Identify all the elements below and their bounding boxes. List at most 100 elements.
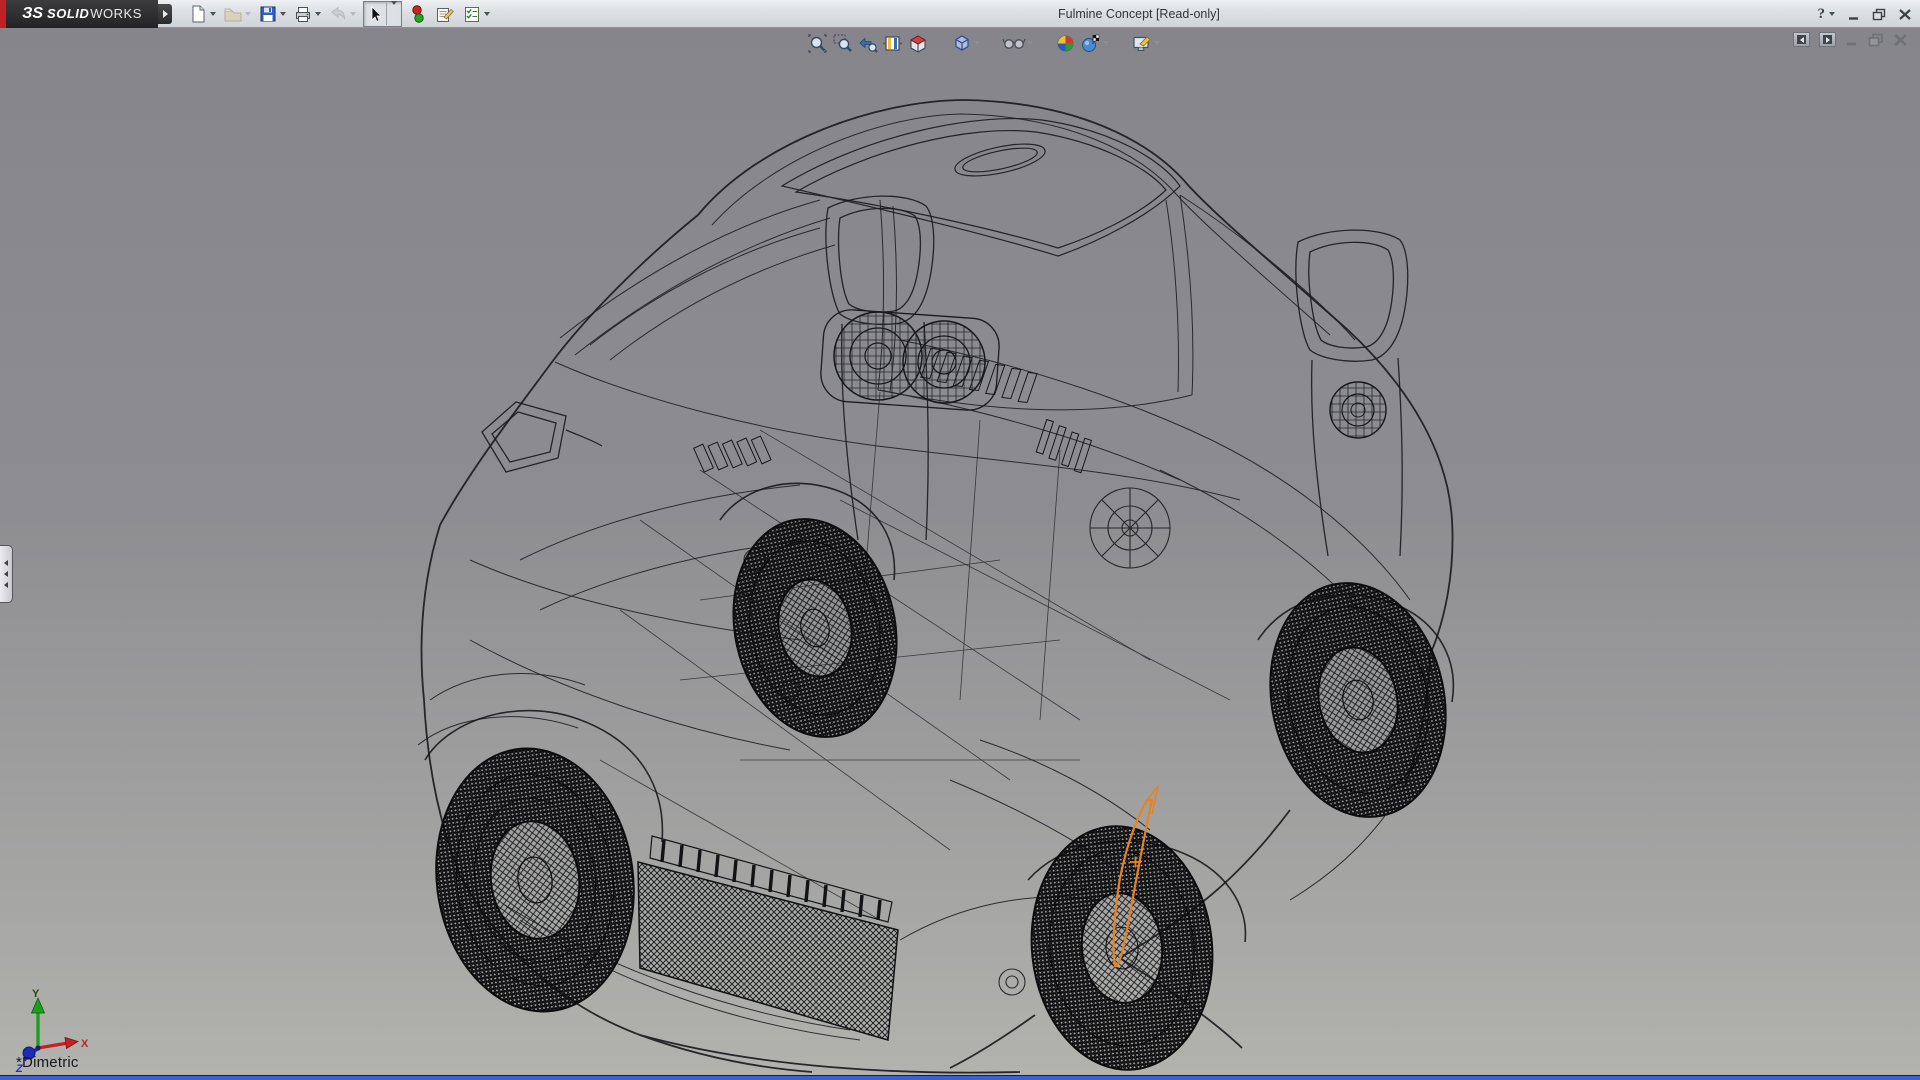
zoom-to-fit-button[interactable] <box>806 32 829 55</box>
hide-show-dropdown-icon[interactable] <box>1027 41 1033 45</box>
view-orientation-icon <box>951 32 973 54</box>
window-title: Fulmine Concept [Read-only] <box>1058 0 1220 28</box>
save-icon <box>258 4 278 24</box>
undo-button[interactable] <box>326 3 358 25</box>
new-document-icon <box>188 4 208 24</box>
app-window-controls: ? <box>1818 0 1913 28</box>
menu-expand-button[interactable] <box>158 4 172 24</box>
rebuild-button[interactable] <box>407 3 429 25</box>
apply-scene-dropdown-icon[interactable] <box>1103 41 1109 45</box>
help-icon: ? <box>1818 6 1826 23</box>
apply-scene-icon <box>1080 33 1102 54</box>
file-properties-button[interactable] <box>432 3 457 25</box>
section-view-stripes-button[interactable] <box>881 32 904 55</box>
edit-appearance-button[interactable] <box>1054 32 1077 55</box>
graphics-viewport[interactable]: Y X Z *Dimetric <box>0 28 1920 1075</box>
view-settings-dropdown-icon[interactable] <box>1154 41 1160 45</box>
x-axis-arrow <box>65 1038 78 1049</box>
side-mirror <box>482 402 602 472</box>
solidworks-logo-bold: SOLID <box>47 6 89 21</box>
file-properties-icon <box>434 4 455 24</box>
front-grille <box>638 836 898 1040</box>
zoom-to-area-icon <box>832 33 853 54</box>
wheel-rear-right <box>1249 567 1466 834</box>
open-document-dropdown-icon <box>245 12 251 16</box>
eyeglasses-icon <box>1002 33 1026 53</box>
view-orientation-dropdown-icon[interactable] <box>974 41 980 45</box>
select-dropdown-icon <box>391 1 397 22</box>
open-document-icon <box>223 4 243 24</box>
close-icon <box>1898 8 1912 21</box>
solidworks-logo-light: WORKS <box>90 6 142 21</box>
view-orientation-button[interactable] <box>950 31 981 55</box>
doc-minimize-icon <box>1845 33 1859 47</box>
collapse-arrow-icon <box>4 582 8 588</box>
print-dropdown-icon[interactable] <box>315 12 321 16</box>
options-dropdown-icon[interactable] <box>484 12 490 16</box>
options-button[interactable] <box>460 3 492 25</box>
heads-up-view-toolbar <box>806 31 1163 55</box>
previous-view-icon <box>857 33 878 54</box>
print-icon <box>293 4 313 24</box>
undo-dropdown-icon <box>350 12 356 16</box>
menu-expand-icon <box>163 10 168 18</box>
wireframe-car-model[interactable] <box>0 28 1920 1075</box>
view-orientation-label: *Dimetric <box>16 1054 79 1071</box>
section-view-cube-button[interactable] <box>906 32 930 55</box>
solidworks-window: ЗS SOLID WORKS <box>0 0 1920 1080</box>
wheel-rear-left <box>714 504 916 752</box>
wheel-front-right <box>1020 817 1225 1075</box>
open-document-button[interactable] <box>221 3 253 25</box>
save-dropdown-icon[interactable] <box>280 12 286 16</box>
collapse-arrow-icon <box>4 571 8 577</box>
section-view-stripes-icon <box>882 33 903 54</box>
minimize-icon <box>1847 8 1860 21</box>
doc-restore-button[interactable] <box>1868 33 1884 47</box>
collapse-left-panel-icon <box>1797 35 1806 44</box>
appearance-ball-icon <box>1055 33 1076 54</box>
help-dropdown-icon[interactable] <box>1829 12 1835 16</box>
solidworks-logo-glyph: ЗS <box>22 5 43 23</box>
hide-show-items-button[interactable] <box>1001 32 1034 54</box>
x-axis-label: X <box>81 1038 89 1050</box>
select-tool-button[interactable] <box>363 1 402 27</box>
select-cursor-icon <box>366 5 384 23</box>
previous-view-button[interactable] <box>856 32 879 55</box>
section-view-cube-icon <box>907 33 929 54</box>
zoom-to-fit-icon <box>807 33 828 54</box>
collapse-left-panel-button[interactable] <box>1793 32 1810 47</box>
collapse-arrow-icon <box>4 560 8 566</box>
save-button[interactable] <box>256 3 288 25</box>
apply-scene-button[interactable] <box>1079 32 1110 55</box>
restore-icon <box>1872 8 1886 21</box>
app-close-button[interactable] <box>1898 8 1912 21</box>
undo-icon <box>328 4 348 24</box>
side-lamp <box>1330 382 1386 438</box>
expand-right-panel-icon <box>1823 35 1832 44</box>
doc-restore-icon <box>1868 33 1884 47</box>
feature-manager-collapsed-tab[interactable] <box>0 545 13 603</box>
view-settings-button[interactable] <box>1130 32 1161 55</box>
document-window-controls <box>1793 32 1908 47</box>
solidworks-logo[interactable]: ЗS SOLID WORKS <box>6 0 158 28</box>
app-restore-button[interactable] <box>1872 8 1886 21</box>
y-axis-label: Y <box>32 988 40 1000</box>
wheel-front-left <box>420 736 651 1025</box>
new-document-dropdown-icon[interactable] <box>210 12 216 16</box>
doc-minimize-button[interactable] <box>1845 33 1859 47</box>
view-settings-icon <box>1131 33 1153 54</box>
options-icon <box>462 4 482 24</box>
y-axis-arrow <box>32 998 45 1013</box>
doc-close-button[interactable] <box>1893 33 1908 47</box>
print-button[interactable] <box>291 3 323 25</box>
app-minimize-button[interactable] <box>1847 8 1860 21</box>
new-document-button[interactable] <box>186 3 218 25</box>
select-dropdown-cell[interactable] <box>386 3 399 25</box>
expand-right-panel-button[interactable] <box>1819 32 1836 47</box>
doc-close-icon <box>1893 33 1908 47</box>
zoom-to-area-button[interactable] <box>831 32 854 55</box>
title-bar: ЗS SOLID WORKS <box>0 0 1920 28</box>
bottom-edge-strip <box>0 1075 1920 1080</box>
help-button[interactable]: ? <box>1818 6 1836 23</box>
standard-toolbar <box>186 1 492 27</box>
